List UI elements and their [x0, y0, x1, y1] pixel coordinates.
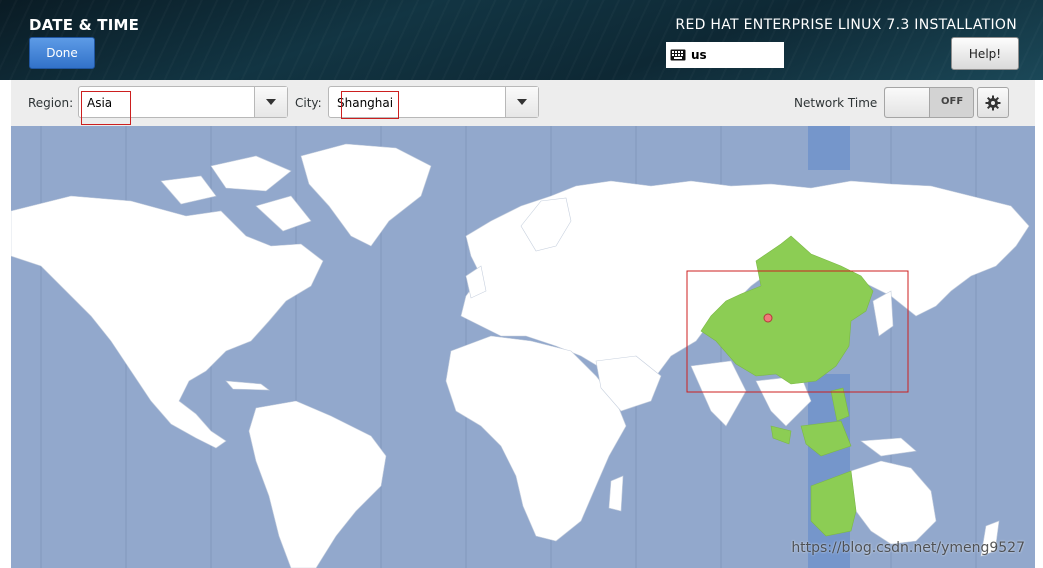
keyboard-layout-indicator[interactable]: us: [666, 42, 784, 68]
selected-timezone-band-north: [808, 126, 850, 170]
region-label: Region:: [28, 96, 74, 110]
header-bar: DATE & TIME Done RED HAT ENTERPRISE LINU…: [0, 0, 1043, 80]
ntp-config-button[interactable]: [977, 87, 1009, 118]
timezone-map[interactable]: https://blog.csdn.net/ymeng9527: [11, 126, 1035, 568]
product-title: RED HAT ENTERPRISE LINUX 7.3 INSTALLATIO…: [675, 17, 1017, 33]
city-label: City:: [295, 96, 322, 110]
region-combobox[interactable]: Asia: [78, 86, 288, 118]
switch-state-label: OFF: [941, 96, 964, 107]
keyboard-layout-label: us: [691, 48, 707, 62]
watermark: https://blog.csdn.net/ymeng9527: [791, 540, 1025, 556]
city-value: Shanghai: [337, 96, 394, 110]
done-button[interactable]: Done: [29, 37, 95, 69]
network-time-switch[interactable]: OFF: [884, 87, 974, 118]
chevron-down-icon[interactable]: [254, 87, 287, 117]
city-combobox[interactable]: Shanghai: [328, 86, 539, 118]
switch-knob[interactable]: [885, 88, 930, 117]
page-title: DATE & TIME: [29, 16, 140, 34]
timezone-toolbar: Region: Asia City: Shanghai Network Time…: [11, 80, 1035, 127]
gear-icon: [985, 95, 1001, 110]
help-button[interactable]: Help!: [951, 37, 1019, 70]
network-time-label: Network Time: [794, 96, 878, 110]
region-value: Asia: [87, 96, 113, 110]
keyboard-icon: [670, 49, 686, 61]
city-marker: [763, 313, 773, 323]
chevron-down-icon[interactable]: [505, 87, 538, 117]
world-map[interactable]: [11, 126, 1035, 568]
